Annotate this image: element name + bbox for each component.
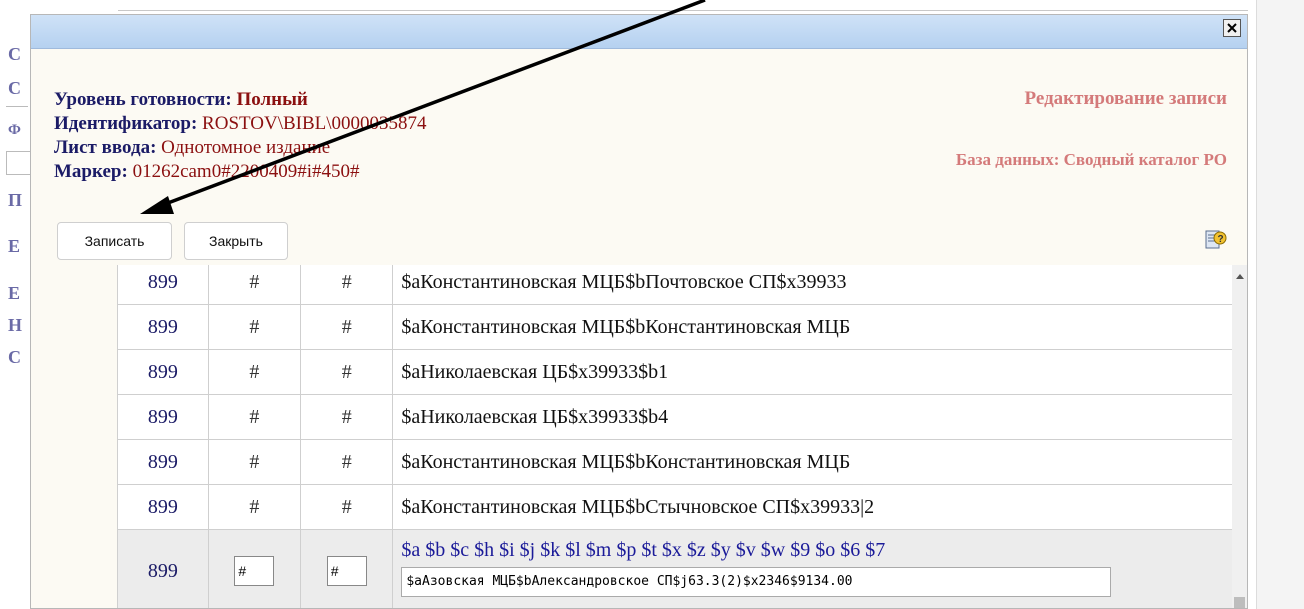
indicator1: # bbox=[207, 349, 302, 395]
indicator2: # bbox=[300, 394, 394, 440]
field-tag: 899 bbox=[117, 304, 209, 350]
background-right-panel bbox=[1256, 0, 1304, 609]
marker: Маркер: 01262cam0#2200409#i#450# bbox=[54, 160, 427, 184]
dialog-titlebar bbox=[31, 15, 1247, 49]
record-info: Уровень готовности: Полный Идентификатор… bbox=[54, 88, 427, 184]
marker-value: 01262cam0#2200409#i#450# bbox=[132, 161, 360, 182]
identifier-value: ROSTOV\BIBL\0000035874 bbox=[202, 113, 427, 134]
table-row[interactable]: 899 # # $aКонстантиновская МЦБ$bКонстантино… bbox=[117, 439, 1247, 485]
indicator2: # bbox=[300, 349, 394, 395]
field-value: $aНиколаевская ЦБ$x39933$b1 bbox=[392, 349, 1247, 395]
indicator2-input[interactable] bbox=[326, 556, 367, 586]
field-value: $aКонстантиновская МЦБ$bКонстантиновская… bbox=[392, 304, 1247, 350]
close-button[interactable]: Закрыть bbox=[184, 222, 288, 260]
background-letter: Е bbox=[8, 236, 21, 256]
field-tag: 899 bbox=[117, 439, 209, 485]
background-letter: П bbox=[8, 190, 23, 210]
help-document-icon[interactable]: ? bbox=[1205, 228, 1227, 250]
indicator2-cell bbox=[300, 529, 394, 608]
background-letter: С bbox=[8, 347, 21, 367]
readiness-level: Уровень готовности: Полный bbox=[54, 88, 427, 112]
table-row[interactable]: 899 # # $aНиколаевская ЦБ$x39933$b4 bbox=[117, 394, 1247, 440]
edit-field-row: 899 $a $b $c $h $i $j $k $l $m $p $t $x … bbox=[117, 529, 1247, 608]
field-value: $aКонстантиновская МЦБ$bПочтовское СП$x3… bbox=[392, 265, 1247, 305]
indicator1: # bbox=[207, 439, 302, 485]
field-value: $aНиколаевская ЦБ$x39933$b4 bbox=[392, 394, 1247, 440]
close-icon bbox=[1227, 23, 1237, 33]
field-value: $aКонстантиновская МЦБ$bСтычновское СП$x… bbox=[392, 484, 1247, 530]
background-divider bbox=[6, 106, 28, 107]
input-sheet-value: Однотомное издание bbox=[161, 137, 331, 158]
indicator1: # bbox=[207, 265, 302, 305]
field-value-cell: $a $b $c $h $i $j $k $l $m $p $t $x $z $… bbox=[392, 529, 1247, 608]
input-sheet: Лист ввода: Однотомное издание bbox=[54, 136, 427, 160]
record-fields-scroll-area[interactable]: 899 # # $aКонстантиновская МЦБ$bПочтовское … bbox=[31, 265, 1247, 608]
field-tag: 899 bbox=[117, 394, 209, 440]
field-tag: 899 bbox=[117, 529, 209, 608]
table-row[interactable]: 899 # # $aКонстантиновская МЦБ$bСтычновское… bbox=[117, 484, 1247, 530]
indicator2: # bbox=[300, 304, 394, 350]
background-letter: Е bbox=[8, 283, 21, 303]
field-value: $aКонстантиновская МЦБ$bКонстантиновская… bbox=[392, 439, 1247, 485]
table-row[interactable]: 899 # # $aКонстантиновская МЦБ$bКонстантино… bbox=[117, 304, 1247, 350]
indicator1-cell bbox=[207, 529, 302, 608]
record-fields-table: 899 # # $aКонстантиновская МЦБ$bПочтовское … bbox=[117, 265, 1247, 608]
field-value-input[interactable]: $aАзовская МЦБ$bАлександровское СП$j63.3… bbox=[401, 567, 1112, 597]
database-label: База данных: Сводный каталог РО bbox=[955, 150, 1227, 169]
dialog-title: Редактирование записи bbox=[1024, 88, 1227, 109]
indicator1: # bbox=[207, 304, 302, 350]
save-button[interactable]: Записать bbox=[57, 222, 172, 260]
indicator2: # bbox=[300, 265, 394, 305]
background-letter: Н bbox=[8, 315, 23, 335]
indicator2: # bbox=[300, 484, 394, 530]
background-letter: С bbox=[8, 78, 21, 98]
svg-text:?: ? bbox=[1218, 234, 1224, 245]
indicator1: # bbox=[207, 394, 302, 440]
readiness-value: Полный bbox=[236, 89, 308, 110]
vertical-scrollbar[interactable] bbox=[1232, 265, 1247, 608]
background-letter: С bbox=[8, 44, 21, 64]
background-input bbox=[6, 151, 32, 175]
input-sheet-label: Лист ввода: bbox=[54, 137, 157, 158]
field-tag: 899 bbox=[117, 349, 209, 395]
readiness-label: Уровень готовности: bbox=[54, 89, 232, 110]
field-tag: 899 bbox=[117, 484, 209, 530]
indicator1-input[interactable] bbox=[234, 556, 275, 586]
subfield-codes[interactable]: $a $b $c $h $i $j $k $l $m $p $t $x $z $… bbox=[401, 537, 1246, 563]
identifier: Идентификатор: ROSTOV\BIBL\0000035874 bbox=[54, 112, 427, 136]
close-dialog-button[interactable] bbox=[1223, 19, 1241, 37]
table-row[interactable]: 899 # # $aКонстантиновская МЦБ$bПочтовское … bbox=[117, 265, 1247, 305]
field-tag: 899 bbox=[117, 265, 209, 305]
background-divider bbox=[118, 10, 1248, 11]
edit-record-dialog: Уровень готовности: Полный Идентификатор… bbox=[30, 14, 1248, 609]
scroll-up-icon[interactable] bbox=[1236, 274, 1244, 279]
indicator2: # bbox=[300, 439, 394, 485]
table-row[interactable]: 899 # # $aНиколаевская ЦБ$x39933$b1 bbox=[117, 349, 1247, 395]
marker-label: Маркер: bbox=[54, 161, 128, 182]
scrollbar-thumb[interactable] bbox=[1234, 597, 1245, 608]
background-letter: Ф bbox=[8, 122, 21, 138]
identifier-label: Идентификатор: bbox=[54, 113, 198, 134]
indicator1: # bbox=[207, 484, 302, 530]
